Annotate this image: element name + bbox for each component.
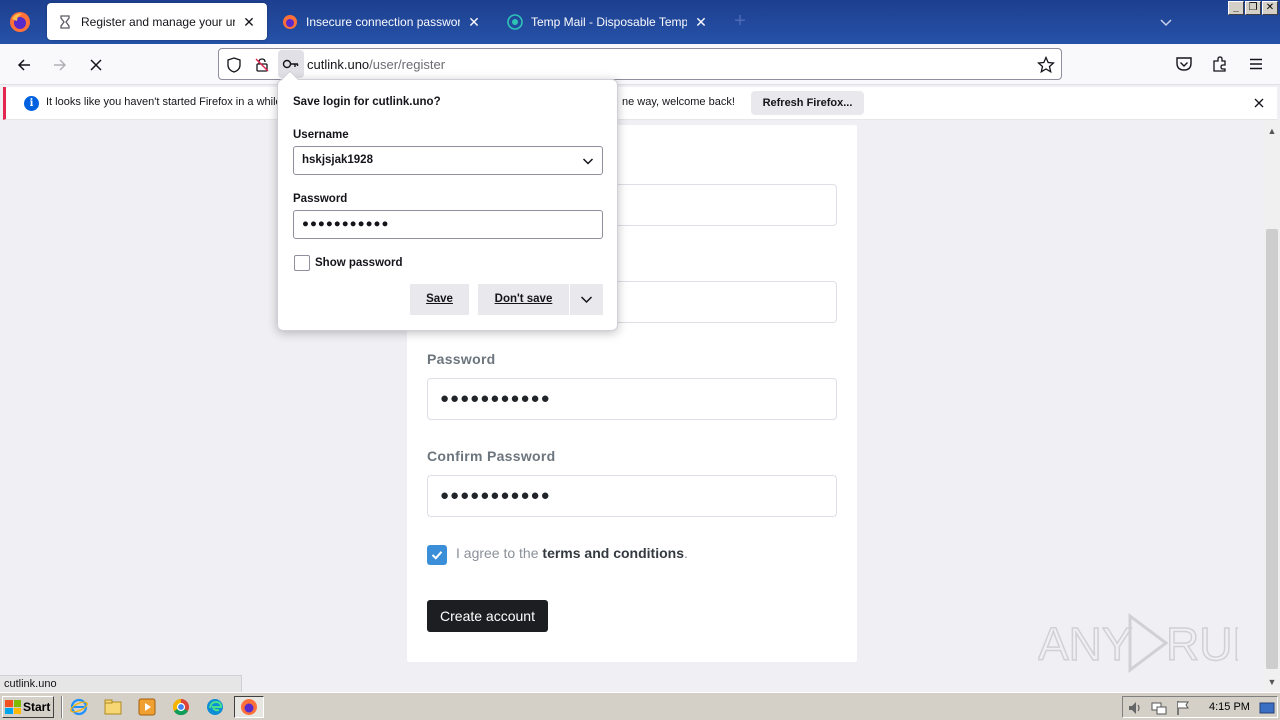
windows-taskbar: Start 4:15 PM [0,692,1280,720]
username-label: Username [293,129,349,141]
close-window-button[interactable]: ✕ [1262,1,1278,15]
chevron-down-icon[interactable] [1158,14,1174,30]
taskbar-separator [61,696,63,718]
hourglass-icon [57,14,73,30]
extensions-puzzle-icon[interactable] [1210,54,1230,74]
minimize-button[interactable]: _ [1228,1,1244,15]
taskbar-firefox-active[interactable] [234,696,264,718]
agree-prefix: I agree to the [456,545,543,561]
navigation-toolbar: cutlink.uno/user/register [0,44,1280,85]
close-icon[interactable] [1251,95,1267,111]
new-tab-plus-icon[interactable]: + [730,11,750,32]
agree-suffix: . [683,545,688,561]
network-icon[interactable] [1151,700,1167,716]
popup-username-value: hskjsjak1928 [302,154,373,166]
notification-text-continued: ne way, welcome back! [622,96,735,108]
show-password-checkbox[interactable] [294,255,310,271]
scroll-down-icon[interactable]: ▼ [1267,677,1277,687]
edge-icon[interactable] [206,698,224,716]
tab-register[interactable]: Register and manage your urls. - ✕ [47,3,267,40]
chevron-down-icon[interactable] [582,155,594,167]
insecure-lock-icon[interactable] [253,56,271,74]
notification-text: It looks like you haven't started Firefo… [46,96,282,108]
tempmail-icon [507,13,523,30]
show-desktop-icon[interactable] [1259,700,1275,716]
firefox-icon [282,14,298,30]
svg-text:ANY: ANY [1038,618,1133,670]
flag-icon[interactable] [1175,700,1191,716]
agree-terms-text: I agree to the terms and conditions. [456,545,688,561]
window-controls: _ ❐ ✕ [1228,1,1278,15]
notification-bar: i It looks like you haven't started Fire… [3,87,1277,120]
close-icon[interactable]: ✕ [241,14,257,30]
info-icon: i [24,96,39,111]
tab-strip: Register and manage your urls. - ✕ Insec… [0,0,1280,44]
show-password-label[interactable]: Show password [315,257,403,269]
password-label: Password [293,193,348,205]
system-tray: 4:15 PM [1122,696,1278,718]
tab-title: Register and manage your urls. - [81,14,235,29]
status-url-tooltip: cutlink.uno [0,675,242,692]
internet-explorer-icon[interactable] [70,698,88,716]
tab-title: Insecure connection password war [306,14,460,29]
confirm-password-label: Confirm Password [427,448,556,464]
confirm-password-field[interactable]: ●●●●●●●●●●● [427,475,837,517]
tab-insecure-connection[interactable]: Insecure connection password war ✕ [272,3,492,40]
save-button[interactable]: Save [410,284,469,315]
url-bar[interactable]: cutlink.uno/user/register [218,48,1062,80]
file-explorer-icon[interactable] [104,698,122,716]
bookmark-star-icon[interactable] [1037,56,1055,74]
chevron-down-icon [580,296,593,304]
popup-username-select[interactable]: hskjsjak1928 [293,146,603,175]
popup-password-input[interactable]: ●●●●●●●●●●● [293,210,603,239]
taskbar-clock: 4:15 PM [1209,701,1250,713]
save-login-popup: Save login for cutlink.uno? Username hsk… [277,70,618,331]
popup-options-dropdown[interactable] [570,284,603,315]
agree-terms-checkbox[interactable] [427,545,447,565]
start-button[interactable]: Start [2,696,54,718]
speaker-icon[interactable] [1127,700,1143,716]
page-scrollbar[interactable]: ▲ ▼ [1264,121,1280,692]
popup-title: Save login for cutlink.uno? [293,96,441,108]
close-icon[interactable]: ✕ [466,14,482,30]
url-text[interactable]: cutlink.uno/user/register [307,57,445,72]
stop-loading-icon[interactable] [83,52,109,78]
password-field[interactable]: ●●●●●●●●●●● [427,378,837,420]
start-label: Start [23,700,51,714]
media-player-icon[interactable] [138,698,156,716]
scroll-up-icon[interactable]: ▲ [1267,126,1277,136]
shield-icon[interactable] [225,56,243,74]
forward-arrow-icon[interactable] [47,52,73,78]
terms-link[interactable]: terms and conditions [542,545,684,561]
checkmark-icon [431,551,443,560]
dont-save-button[interactable]: Don't save [478,284,569,315]
url-domain: cutlink.uno [307,57,370,72]
page-content: Password ●●●●●●●●●●● Confirm Password ●●… [0,121,1264,692]
scroll-thumb[interactable] [1266,229,1278,669]
restore-button[interactable]: ❐ [1245,1,1261,15]
close-icon[interactable]: ✕ [693,14,709,30]
tab-temp-mail[interactable]: Temp Mail - Disposable Temporary E ✕ [497,3,719,40]
create-account-button[interactable]: Create account [427,600,548,632]
hamburger-menu-icon[interactable] [1246,54,1266,74]
url-path: /user/register [369,57,446,72]
firefox-icon [241,699,257,715]
anyrun-watermark-logo: ANY RUN [1038,613,1238,673]
back-arrow-icon[interactable] [11,52,37,78]
chrome-icon[interactable] [172,698,190,716]
password-label: Password [427,351,496,367]
tab-title: Temp Mail - Disposable Temporary E [531,14,687,29]
svg-text:RUN: RUN [1166,618,1238,670]
windows-logo-icon [5,700,21,714]
firefox-menu-icon[interactable] [8,10,32,34]
refresh-firefox-button[interactable]: Refresh Firefox... [751,91,864,115]
pocket-icon[interactable] [1174,54,1194,74]
